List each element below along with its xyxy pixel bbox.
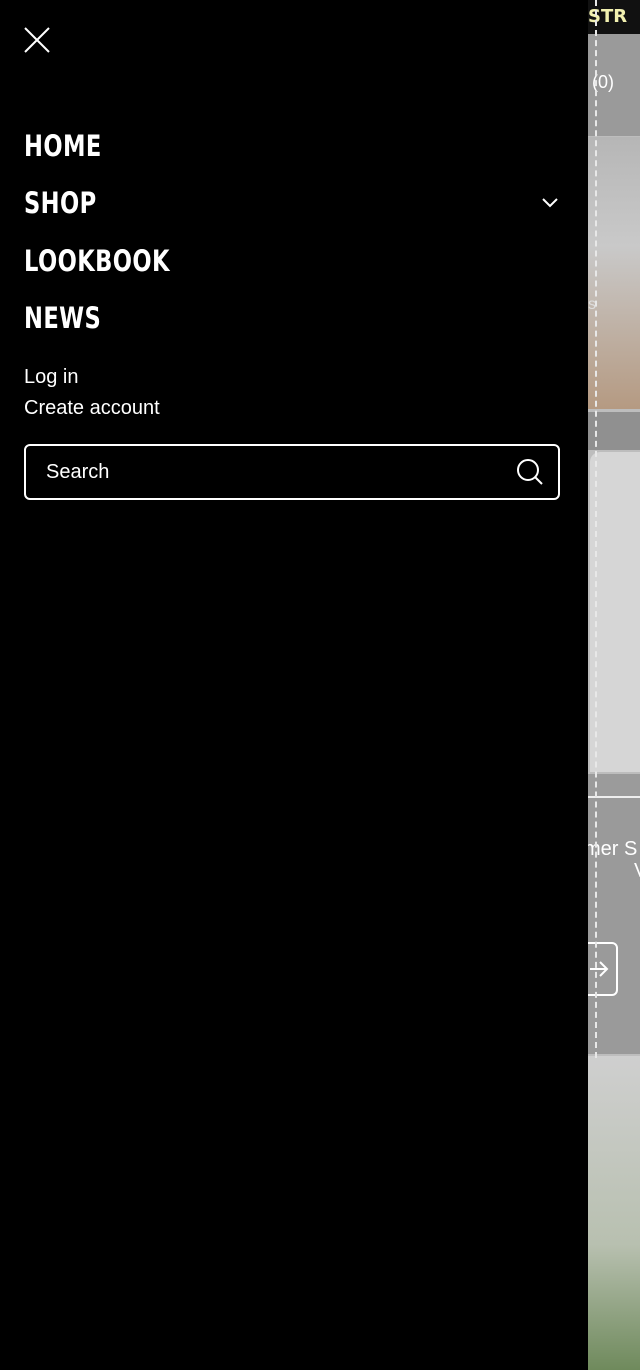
- arrow-right-icon: [590, 961, 609, 977]
- promo-arrow-button[interactable]: [588, 942, 618, 996]
- close-button[interactable]: [22, 25, 52, 55]
- nav-item-news[interactable]: NEWS: [24, 290, 564, 348]
- nav-item-label: HOME: [24, 128, 102, 163]
- promo-subtitle: V: [634, 860, 640, 883]
- lookbook-image: [588, 1056, 640, 1370]
- nav-item-shop[interactable]: SHOP: [24, 175, 564, 233]
- banner-text: STR: [588, 6, 628, 27]
- nav-item-lookbook[interactable]: LOOKBOOK: [24, 232, 564, 290]
- drawer-nav: HOME SHOP LOOKBOOK NEWS: [24, 117, 564, 347]
- chevron-down-icon[interactable]: [540, 193, 560, 213]
- nav-item-label: SHOP: [24, 186, 97, 221]
- nav-item-label: NEWS: [24, 301, 102, 336]
- nav-item-home[interactable]: HOME: [24, 117, 564, 175]
- search-box: [24, 444, 560, 500]
- account-links: Log in Create account: [24, 362, 160, 424]
- product-image[interactable]: [590, 452, 640, 772]
- background-page: STR (0) s mer S V: [588, 0, 640, 1370]
- create-account-link[interactable]: Create account: [24, 393, 160, 424]
- login-link[interactable]: Log in: [24, 362, 160, 393]
- nav-item-label: LOOKBOOK: [24, 243, 170, 278]
- focus-outline: [595, 0, 597, 1058]
- search-icon[interactable]: [516, 458, 544, 486]
- search-input[interactable]: [26, 446, 506, 498]
- menu-drawer: HOME SHOP LOOKBOOK NEWS Log in Create ac…: [0, 0, 588, 1370]
- close-icon: [24, 27, 50, 53]
